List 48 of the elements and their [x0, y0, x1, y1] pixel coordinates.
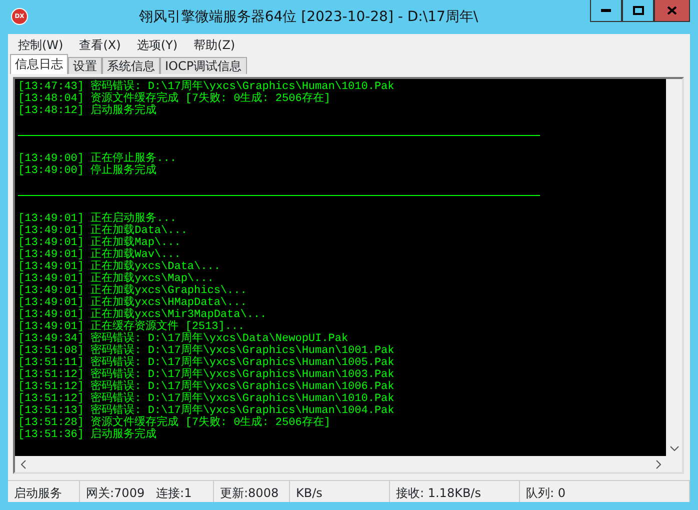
maximize-button[interactable]	[622, 0, 654, 22]
log-line: [13:47:43] 密码错误: D:\17周年\yxcs\Graphics\Human\1010.Pak	[18, 81, 394, 93]
menu-item[interactable]: 查看(X)	[71, 36, 129, 54]
log-line: [13:49:01] 正在加载yxcs\Map\...	[18, 273, 214, 285]
close-icon	[667, 6, 677, 15]
window-title: 翎风引擎微端服务器64位 [2023-10-28] - D:\17周年\	[138, 8, 480, 27]
minimize-button[interactable]	[590, 0, 622, 22]
scroll-right-icon[interactable]	[656, 460, 660, 468]
log-line: [13:49:01] 正在加载Data\...	[18, 225, 188, 237]
log-line: [13:51:12] 密码错误: D:\17周年\yxcs\Graphics\Human\1010.Pak	[18, 393, 394, 405]
tab[interactable]: 设置	[68, 57, 102, 74]
menu-item[interactable]: 控制(W)	[10, 36, 72, 54]
log-line: [13:51:13] 密码错误: D:\17周年\yxcs\Graphics\Human\1004.Pak	[18, 405, 394, 417]
log-line: [13:49:34] 密码错误: D:\17周年\yxcs\Data\NewopUI.Pak	[18, 333, 348, 345]
log-line: [13:51:11] 密码错误: D:\17周年\yxcs\Graphics\Human\1005.Pak	[18, 357, 394, 369]
status-text: 启动服务	[8, 481, 80, 502]
status-text: 队列: 0	[520, 481, 690, 502]
tab[interactable]: 系统信息	[102, 57, 160, 74]
tab[interactable]: 信息日志	[10, 54, 68, 74]
log-line: [13:49:00] 停止服务完成	[18, 165, 157, 177]
log-line: [13:49:01] 正在加载Map\...	[18, 237, 181, 249]
status-text: KB/s	[290, 481, 390, 502]
minimize-icon	[601, 8, 611, 12]
status-text: 接收: 1.18KB/s	[390, 481, 520, 502]
log-line: [13:51:28] 资源文件缓存完成 [7失败: 0生成: 2506存在]	[18, 417, 330, 429]
status-text: 网关:7009 连接:1	[80, 481, 214, 502]
maximize-icon	[632, 6, 644, 15]
log-line: [13:51:12] 密码错误: D:\17周年\yxcs\Graphics\Human\1003.Pak	[18, 369, 394, 381]
close-button[interactable]	[654, 0, 690, 22]
log-line: [13:48:12] 启动服务完成	[18, 105, 157, 117]
log-line: [13:51:36] 启动服务完成	[18, 429, 157, 441]
status-text: 更新:8008	[214, 481, 290, 502]
scroll-left-icon[interactable]	[20, 460, 26, 468]
scroll-down-icon[interactable]	[670, 446, 678, 450]
log-line: [13:49:01] 正在加载yxcs\Mir3MapData\...	[18, 309, 267, 321]
log-line: [13:51:08] 密码错误: D:\17周年\yxcs\Graphics\Human\1001.Pak	[18, 345, 394, 357]
menu-item[interactable]: 帮助(Z)	[186, 36, 244, 54]
log-line: [13:49:01] 正在加载yxcs\HMapData\...	[18, 297, 247, 309]
menu-item[interactable]: 选项(Y)	[128, 36, 186, 54]
log-line: [13:49:01] 正在缓存资源文件 [2513]...	[18, 321, 245, 333]
log-line: [13:51:12] 密码错误: D:\17周年\yxcs\Graphics\Human\1006.Pak	[18, 381, 394, 393]
log-line: [13:49:01] 正在加载Wav\...	[18, 249, 181, 261]
log-line: [13:49:01] 正在加载yxcs\Graphics\...	[18, 285, 247, 297]
log-line: [13:49:01] 正在启动服务...	[18, 213, 176, 225]
tab[interactable]: IOCP调试信息	[160, 57, 247, 74]
log-line: [13:48:04] 资源文件缓存完成 [7失败: 0生成: 2506存在]	[18, 93, 330, 105]
log-line: [13:49:01] 正在加载yxcs\Data\...	[18, 261, 220, 273]
log-line: [13:49:00] 正在停止服务...	[18, 153, 176, 165]
